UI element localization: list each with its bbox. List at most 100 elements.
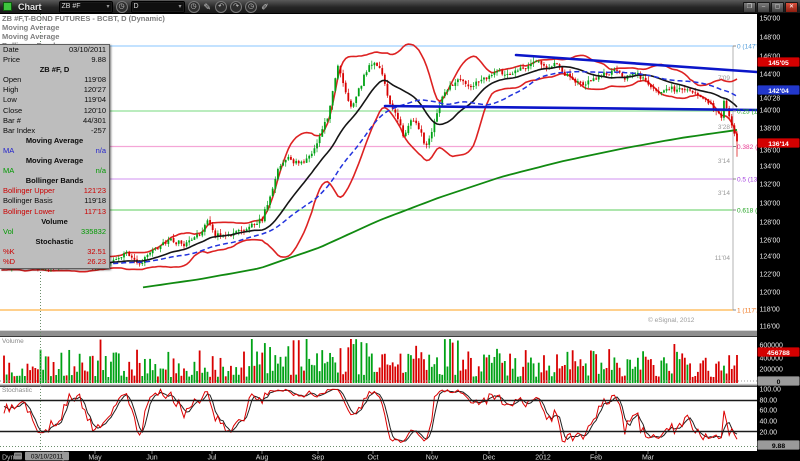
panel-row: Low 119'04 — [3, 95, 106, 105]
fib-measure-label: 7'09 — [718, 75, 730, 82]
svg-text:145'05: 145'05 — [768, 60, 789, 67]
axis-tick-label: 138'00 — [760, 126, 781, 133]
fib-measure-label: 3'14 — [718, 158, 730, 165]
panel-row: Bollinger Basis 119'18 — [3, 196, 106, 206]
stochastic-d-line — [3, 388, 738, 442]
axis-tick-label: 116'00 — [760, 324, 780, 331]
panel-row: Vol 335832 — [3, 226, 106, 236]
axis-tick-label: 118'00 — [760, 307, 780, 314]
pencil-icon[interactable]: ✎ — [204, 2, 212, 12]
bollinger-lower-line — [1, 72, 738, 273]
axis-tick-label: 60.00 — [760, 408, 778, 415]
chevron-down-icon: ▾ — [106, 4, 110, 10]
svg-text:456788: 456788 — [767, 350, 790, 357]
minimize-button[interactable]: – — [757, 2, 770, 13]
axis-tick-label: 134'00 — [760, 164, 781, 171]
undo-icon[interactable]: ↶ — [215, 0, 228, 13]
axis-tick-label: 122'00 — [760, 272, 781, 279]
restore-button[interactable]: ❐ — [743, 2, 756, 13]
panel-row: Open 119'08 — [3, 75, 106, 85]
redo-icon[interactable]: ↷ — [230, 0, 243, 13]
period-combo[interactable]: D ▾ — [130, 0, 185, 13]
close-button[interactable]: ✕ — [785, 2, 798, 13]
month-label: Sep — [312, 455, 325, 461]
stochastic-k-line — [3, 388, 738, 443]
month-label: Mar — [642, 455, 655, 461]
month-label: 2012 — [535, 455, 551, 461]
panel-row: Close 120'10 — [3, 105, 106, 115]
panel-section-header: Volume — [41, 216, 68, 226]
axis-tick-label: 126'00 — [760, 238, 781, 245]
axis-tick-label: 140'28 — [760, 96, 781, 103]
panel-row: MA n/a — [3, 166, 106, 176]
maximize-button[interactable]: ▢ — [771, 2, 784, 13]
chart-canvas[interactable]: 0 (147'01)0.25 (139'24)0.382 (135'28)0.5… — [0, 0, 800, 461]
symbol-clock-icon[interactable]: ◷ — [115, 0, 128, 13]
panel-section-header: Bollinger Bands — [25, 176, 84, 186]
panel-row: %D 26.23 — [3, 256, 106, 266]
axis-tick-label: 80.00 — [760, 398, 778, 405]
axis-tick-label: 128'00 — [760, 220, 781, 227]
pane-divider[interactable] — [0, 330, 757, 337]
month-label: Oct — [368, 455, 379, 461]
axis-mode-label[interactable]: Dyn — [2, 455, 15, 461]
svg-text:9.88: 9.88 — [772, 443, 785, 450]
long-ma-line — [142, 129, 738, 289]
window-title: Chart — [18, 1, 42, 12]
time-axis[interactable] — [0, 451, 800, 461]
symbol-combo[interactable]: ZB #F ▾ — [58, 0, 113, 13]
month-label: Jul — [208, 455, 217, 461]
svg-text:0: 0 — [777, 379, 781, 386]
axis-tick-label: 136'00 — [760, 148, 781, 155]
svg-text:03/10/2011: 03/10/2011 — [31, 453, 64, 460]
period-combo-value: D — [133, 3, 139, 10]
trendline[interactable] — [514, 53, 757, 74]
month-label: Jun — [146, 455, 157, 461]
panel-row: Price 9.88 — [3, 55, 106, 65]
panel-row: Bar #44/301 — [3, 115, 106, 125]
panel-section-header: ZB #F, D — [39, 65, 70, 75]
axis-tick-label: 130'00 — [760, 201, 781, 208]
fib-measure-label: 11'04 — [715, 255, 731, 262]
panel-section-header: Moving Average — [25, 135, 84, 145]
axis-tick-label: 20.00 — [760, 430, 778, 437]
panel-row: Bollinger Lower 117'13 — [3, 206, 106, 216]
period-clock-icon[interactable]: ◷ — [187, 0, 200, 13]
panel-row: %K 32.51 — [3, 246, 106, 256]
volume-pane-label: Volume — [2, 338, 24, 345]
panel-row: MA n/a — [3, 145, 106, 155]
marker-icon[interactable]: ✐ — [261, 2, 269, 12]
volume-pane[interactable] — [0, 339, 757, 383]
axis-tick-label: 40.00 — [760, 419, 778, 426]
candlestick-series — [3, 57, 738, 273]
chart-window: 0 (147'01)0.25 (139'24)0.382 (135'28)0.5… — [0, 0, 800, 461]
svg-text:136'14: 136'14 — [768, 141, 789, 148]
axis-tick-label: 144'00 — [760, 72, 781, 79]
month-label: May — [88, 455, 102, 461]
axis-tick-label: 150'00 — [760, 16, 781, 23]
month-label: Nov — [426, 455, 439, 461]
toolbar: Chart ZB #F ▾ ◷ D ▾ ◷ ✎ ↶ ↷ ◷ ✐ ❐ – ▢ ✕ — [0, 0, 800, 14]
calendar-icon[interactable] — [14, 452, 22, 460]
axis-tick-label: 200000 — [760, 367, 783, 374]
chevron-down-icon: ▾ — [178, 4, 182, 10]
panel-section-header: Stochastic — [35, 236, 74, 246]
data-window-panel[interactable]: Date 03/10/2011 Price 9.88 ZB #F, D Open 119'0… — [0, 44, 110, 269]
month-label: Aug — [256, 455, 269, 461]
window-controls: ❐ – ▢ ✕ — [743, 2, 798, 13]
panel-row: Bollinger Upper 121'23 — [3, 186, 106, 196]
trendline[interactable] — [383, 104, 757, 112]
symbol-combo-value: ZB #F — [61, 3, 81, 10]
app-icon — [3, 2, 12, 11]
copyright-watermark: © eSignal, 2012 — [648, 317, 695, 324]
panel-section-header: Moving Average — [25, 156, 84, 166]
main-price-pane[interactable]: 0 (147'01)0.25 (139'24)0.382 (135'28)0.5… — [0, 43, 779, 315]
bollinger-basis-line — [1, 65, 738, 268]
stochastic-pane[interactable] — [0, 388, 757, 443]
axis-tick-label: 148'00 — [760, 35, 781, 42]
axis-tick-label: 120'00 — [760, 290, 781, 297]
clock-icon[interactable]: ◷ — [245, 0, 258, 13]
svg-text:142'04: 142'04 — [768, 88, 789, 95]
panel-row: Bar Index -257 — [3, 125, 106, 135]
blue-dashed-ma-line — [1, 70, 738, 269]
